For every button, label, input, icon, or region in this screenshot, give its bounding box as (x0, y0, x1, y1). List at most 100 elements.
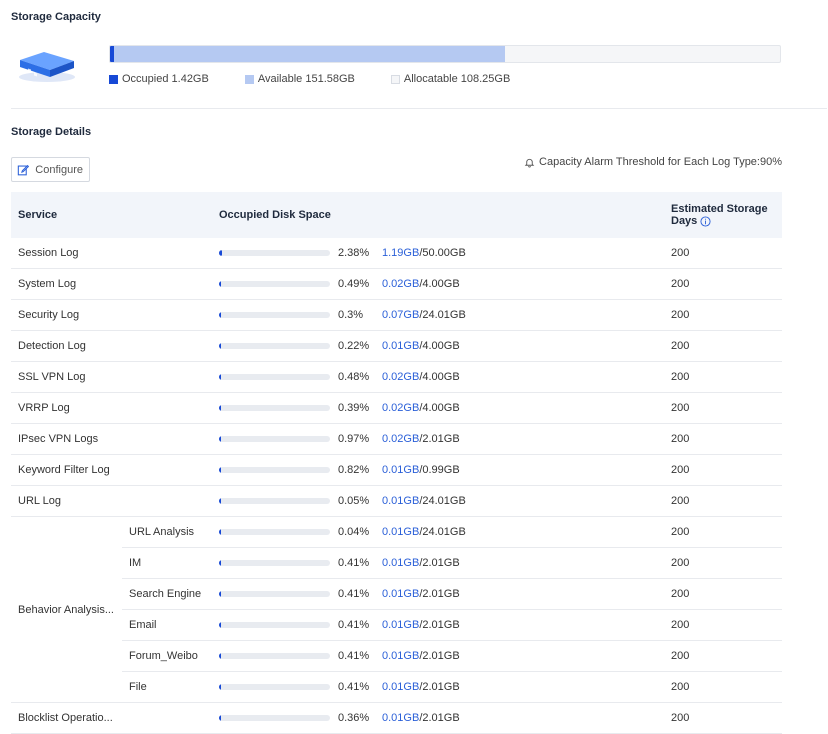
used-size-link[interactable]: 0.01GB (382, 340, 419, 352)
usage-percent: 0.22% (338, 340, 370, 352)
used-size-link[interactable]: 0.01GB (382, 495, 419, 507)
usage-bar (219, 715, 330, 721)
usage-bar (219, 343, 330, 349)
usage-percent: 0.41% (338, 588, 370, 600)
usage-bar-fill (219, 343, 221, 349)
used-size-link[interactable]: 0.01GB (382, 712, 419, 724)
disk-cell: 0.3% 0.07GB/24.01GB (219, 299, 671, 331)
legend-occupied: Occupied 1.42GB (109, 73, 209, 85)
table-row: System Log 0.49% 0.02GB/4.00GB 200 (11, 268, 782, 300)
used-size-link[interactable]: 0.01GB (382, 588, 419, 600)
usage-bar (219, 560, 330, 566)
usage-bar-fill (219, 529, 221, 535)
storage-days: 200 (671, 516, 782, 548)
used-size-link[interactable]: 0.02GB (382, 278, 419, 290)
configure-button[interactable]: Configure (11, 157, 90, 182)
storage-days: 200 (671, 361, 782, 393)
storage-days: 200 (671, 609, 782, 641)
table-row: IPsec VPN Logs 0.97% 0.02GB/2.01GB 200 (11, 423, 782, 455)
table-row: SSL VPN Log 0.48% 0.02GB/4.00GB 200 (11, 361, 782, 393)
total-size: /24.01GB (419, 495, 466, 507)
used-size-link[interactable]: 0.01GB (382, 619, 419, 631)
total-size: /4.00GB (419, 402, 460, 414)
section-divider (11, 108, 827, 109)
table-header-row: Service Occupied Disk Space Estimated St… (11, 192, 782, 238)
total-size: /2.01GB (419, 619, 460, 631)
total-size: /2.01GB (419, 557, 460, 569)
storage-days: 200 (671, 423, 782, 455)
usage-bar-fill (219, 436, 221, 442)
usage-bar (219, 281, 330, 287)
used-size-link[interactable]: 0.07GB (382, 309, 419, 321)
alarm-threshold: Capacity Alarm Threshold for Each Log Ty… (524, 156, 782, 168)
usage-percent: 0.49% (338, 278, 370, 290)
sub-service-name: File (122, 671, 219, 703)
table-row: Search Engine 0.41% 0.01GB/2.01GB 200 (11, 578, 782, 610)
configure-label: Configure (35, 163, 83, 176)
usage-percent: 0.41% (338, 557, 370, 569)
usage-percent: 0.41% (338, 650, 370, 662)
usage-bar-fill (219, 312, 221, 318)
total-size: /4.00GB (419, 371, 460, 383)
info-icon[interactable] (700, 216, 711, 227)
used-size-link[interactable]: 0.02GB (382, 371, 419, 383)
usage-bar-fill (219, 405, 221, 411)
edit-icon (17, 164, 30, 175)
behavior-group-label: Behavior Analysis... (11, 516, 122, 703)
storage-days: 200 (671, 238, 782, 269)
used-size-link[interactable]: 0.01GB (382, 681, 419, 693)
usage-bar (219, 498, 330, 504)
storage-days: 200 (671, 454, 782, 486)
usage-percent: 0.05% (338, 495, 370, 507)
total-size: /2.01GB (419, 712, 460, 724)
storage-details-table: Service Occupied Disk Space Estimated St… (11, 192, 782, 734)
usage-percent: 2.38% (338, 247, 370, 259)
disk-cell: 0.36% 0.01GB/2.01GB (219, 702, 671, 734)
usage-percent: 0.97% (338, 433, 370, 445)
service-name: VRRP Log (11, 392, 219, 424)
sub-service-name: Search Engine (122, 578, 219, 610)
sub-service-name: Forum_Weibo (122, 640, 219, 672)
service-name: SSL VPN Log (11, 361, 219, 393)
used-size-link[interactable]: 0.02GB (382, 402, 419, 414)
used-size-link[interactable]: 0.01GB (382, 557, 419, 569)
legend-occupied-label: Occupied 1.42GB (122, 73, 209, 85)
usage-bar (219, 312, 330, 318)
table-row: IM 0.41% 0.01GB/2.01GB 200 (11, 547, 782, 579)
table-row: File 0.41% 0.01GB/2.01GB 200 (11, 671, 782, 703)
used-size-link[interactable]: 1.19GB (382, 247, 419, 259)
disk-cell: 0.05% 0.01GB/24.01GB (219, 485, 671, 517)
disk-cell: 0.41% 0.01GB/2.01GB (219, 671, 671, 703)
used-size-link[interactable]: 0.01GB (382, 464, 419, 476)
usage-bar-fill (219, 498, 221, 504)
storage-days: 200 (671, 268, 782, 300)
disk-cell: 0.39% 0.02GB/4.00GB (219, 392, 671, 424)
storage-capacity-bar (109, 45, 781, 63)
disk-cell: 0.41% 0.01GB/2.01GB (219, 578, 671, 610)
storage-days: 200 (671, 702, 782, 734)
usage-bar (219, 622, 330, 628)
usage-percent: 0.36% (338, 712, 370, 724)
usage-bar (219, 467, 330, 473)
total-size: /24.01GB (419, 309, 466, 321)
usage-bar (219, 250, 330, 256)
disk-cell: 0.82% 0.01GB/0.99GB (219, 454, 671, 486)
service-name: Keyword Filter Log (11, 454, 219, 486)
available-segment (114, 46, 505, 62)
used-size-link[interactable]: 0.02GB (382, 433, 419, 445)
storage-days: 200 (671, 299, 782, 331)
used-size-link[interactable]: 0.01GB (382, 650, 419, 662)
disk-cell: 0.97% 0.02GB/2.01GB (219, 423, 671, 455)
used-size-link[interactable]: 0.01GB (382, 526, 419, 538)
storage-device-icon (19, 52, 75, 82)
table-row: Session Log 2.38% 1.19GB/50.00GB 200 (11, 238, 782, 269)
usage-bar-fill (219, 653, 221, 659)
service-name: System Log (11, 268, 219, 300)
available-swatch (244, 74, 254, 84)
usage-bar (219, 405, 330, 411)
storage-days: 200 (671, 547, 782, 579)
storage-days: 200 (671, 485, 782, 517)
sub-service-name: Email (122, 609, 219, 641)
header-days: Estimated Storage Days (671, 192, 782, 238)
table-row: Email 0.41% 0.01GB/2.01GB 200 (11, 609, 782, 641)
